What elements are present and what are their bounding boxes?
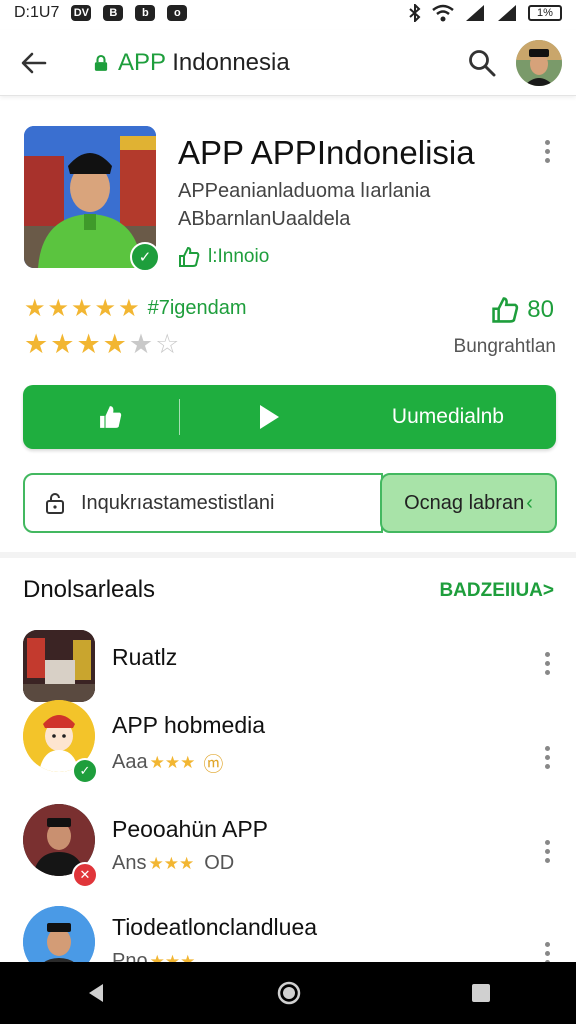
section-title: Dnolsarleals — [23, 576, 156, 603]
list-item-extra: OD — [204, 852, 235, 874]
list-item-extra: ⓜ — [203, 754, 224, 776]
status-bar: D:1U7 DV B b o 1% — [0, 0, 576, 26]
nav-home-icon[interactable] — [276, 980, 302, 1006]
list-item-meta: Ans ★★★ OD — [112, 852, 234, 875]
star-filled-icon: ★ — [118, 295, 140, 322]
top-app-bar: APP Indonnesia — [0, 30, 576, 96]
list-item[interactable]: ✕ Peooahün APP Ans ★★★ OD — [0, 804, 576, 904]
star-filled-icon: ★ — [94, 295, 117, 322]
app-bar-title: APP Indonnesia — [118, 49, 468, 77]
like-button[interactable] — [81, 405, 141, 429]
list-item-meta-text: Aaa — [112, 751, 148, 773]
app-title: APP APPIndonelisia — [178, 134, 475, 171]
star-filled-icon: ★ — [50, 329, 75, 359]
section-more-link[interactable]: BADZEIIUA> — [439, 580, 554, 602]
status-time: D:1U7 — [14, 4, 60, 21]
field-action-label: Ocnag labran — [404, 491, 525, 514]
lock-icon — [94, 54, 108, 71]
back-button[interactable] — [14, 43, 54, 83]
star-filled-icon: ★ — [71, 295, 93, 322]
item-overflow-menu-icon[interactable] — [543, 840, 551, 863]
star-filled-icon: ★★★ — [149, 752, 196, 772]
list-item-meta: Aaa ★★★ ⓜ — [112, 748, 223, 777]
rating-row-secondary: ★ ★ ★ ★ ★ ☆ — [24, 329, 179, 360]
star-empty-icon: ★ — [128, 329, 154, 359]
lock-open-icon — [46, 493, 64, 514]
signal-icon — [466, 5, 484, 21]
star-outline-icon: ☆ — [155, 329, 180, 359]
error-badge-icon: ✕ — [72, 862, 98, 888]
verified-badge-icon: ✓ — [130, 242, 160, 272]
notification-app-icon: DV — [71, 5, 92, 21]
play-icon[interactable] — [258, 404, 280, 430]
thumbs-up-outline-icon — [179, 246, 200, 267]
list-item-meta-text: Ans — [112, 852, 147, 874]
app-bar-title-rest: Indonnesia — [165, 48, 290, 76]
star-filled-icon: ★ — [24, 295, 46, 322]
thumbs-up-outline-icon — [492, 297, 519, 323]
star-filled-icon: ★ — [102, 329, 127, 359]
button-divider — [179, 399, 180, 435]
signal-icon — [498, 5, 516, 21]
list-item-title: APP hobmedia — [112, 712, 266, 738]
bluetooth-icon — [409, 4, 421, 22]
star-filled-icon: ★ — [76, 329, 101, 359]
list-item[interactable]: ✓ APP hobmedia Aaa ★★★ ⓜ — [0, 700, 576, 800]
rating-label: #7igendam — [147, 297, 247, 319]
person-avatar-icon — [516, 39, 562, 86]
likes-counter[interactable]: 80 — [491, 296, 554, 324]
notification-app-icon: B — [103, 5, 124, 21]
primary-action-label: Uumedialnb — [391, 405, 504, 428]
verified-row[interactable]: l:Innoio — [178, 246, 269, 268]
item-overflow-menu-icon[interactable] — [543, 746, 551, 769]
installed-badge-icon: ✓ — [72, 758, 98, 784]
notification-app-icon: b — [135, 5, 156, 21]
rating-row-primary: ★ ★ ★ ★ ★ #7igendam — [24, 294, 247, 323]
search-icon[interactable] — [468, 49, 496, 77]
field-placeholder: Inqukrıastamestistlani — [81, 491, 275, 514]
nav-back-icon[interactable] — [85, 982, 107, 1004]
star-filled-icon: ★ — [24, 329, 49, 359]
wifi-icon — [432, 4, 454, 22]
app-subtitle: APPeanianladuoma lıarlania — [178, 180, 431, 202]
field-action-button[interactable]: Ocnag labran ‹ — [380, 473, 557, 533]
list-item-title: Ruatlz — [112, 644, 178, 670]
nav-recents-icon[interactable] — [471, 983, 491, 1003]
list-item-title: Tiodeatlonclandluea — [112, 914, 318, 940]
install-field[interactable]: Inqukrıastamestistlani — [23, 473, 383, 533]
app-overflow-menu-icon[interactable] — [543, 140, 551, 163]
list-item-title: Peooahün APP — [112, 816, 269, 842]
app-developer: ABbarnlanUaaldela — [178, 208, 351, 230]
thumbs-up-icon — [100, 406, 122, 428]
item-overflow-menu-icon[interactable] — [543, 652, 551, 675]
star-filled-icon: ★★★ — [148, 853, 195, 873]
list-item-thumbnail — [23, 630, 95, 702]
app-bar-title-prefix: APP — [118, 48, 166, 76]
arrow-left-icon — [21, 52, 47, 73]
profile-avatar[interactable] — [516, 39, 562, 86]
app-thumbnail-icon — [23, 630, 95, 702]
likes-label: Bungrahtlan — [453, 336, 556, 357]
chevron-left-icon: ‹ — [526, 491, 533, 514]
primary-action-button[interactable]: Uumedialnb — [23, 385, 556, 449]
verified-label: l:Innoio — [208, 246, 270, 267]
likes-count: 80 — [527, 296, 554, 323]
battery-icon: 1% — [528, 5, 562, 21]
section-separator — [0, 552, 576, 558]
star-filled-icon: ★ — [47, 295, 70, 322]
system-navigation-bar — [0, 962, 576, 1024]
notification-app-icon: o — [167, 5, 188, 21]
